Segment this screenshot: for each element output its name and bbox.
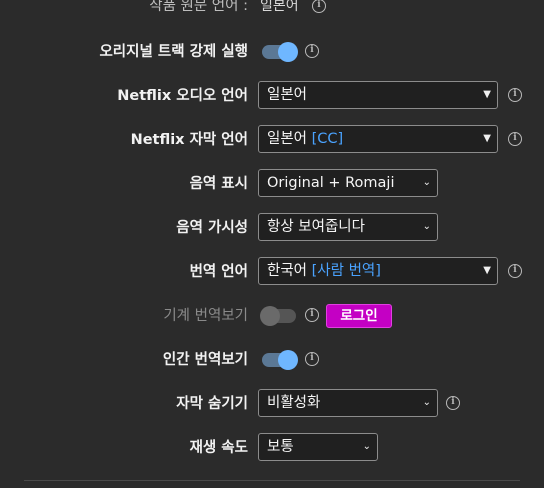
info-circle-icon[interactable]: i xyxy=(305,308,319,322)
original-language-label: 작품 원문 언어 : xyxy=(149,0,248,14)
caret-down-icon: ▼ xyxy=(483,133,491,144)
phonetic-visibility-row: 음역 가시성 항상 보여줍니다 ⌄ xyxy=(0,212,544,244)
translation-language-label: 번역 언어 xyxy=(189,264,248,280)
playback-speed-label: 재생 속도 xyxy=(189,440,248,456)
info-circle-icon[interactable]: i xyxy=(312,0,326,13)
toggle-knob xyxy=(278,42,298,62)
netflix-audio-select[interactable]: 일본어 ▼ xyxy=(258,81,498,109)
phonetic-display-row: 음역 표시 Original + Romaji ⌄ xyxy=(0,168,544,200)
caret-down-icon: ▼ xyxy=(483,265,491,276)
toggle-knob xyxy=(278,350,298,370)
machine-translation-label: 기계 번역보기 xyxy=(163,308,248,324)
chevron-down-icon: ⌄ xyxy=(422,397,431,408)
hide-subtitles-label: 자막 숨기기 xyxy=(176,396,248,412)
human-translation-toggle[interactable] xyxy=(262,350,298,370)
info-circle-icon[interactable]: i xyxy=(508,132,522,146)
netflix-subtitle-row: Netflix 자막 언어 일본어 [CC] ▼ i xyxy=(0,124,544,156)
phonetic-visibility-value: 항상 보여줍니다 xyxy=(267,219,365,235)
info-circle-icon[interactable]: i xyxy=(508,88,522,102)
chevron-down-icon: ⌄ xyxy=(422,177,431,188)
force-original-track-label: 오리지널 트랙 강제 실행 xyxy=(99,44,248,60)
hide-subtitles-row: 자막 숨기기 비활성화 ⌄ i xyxy=(0,388,544,420)
netflix-audio-value: 일본어 xyxy=(267,87,308,103)
phonetic-visibility-select[interactable]: 항상 보여줍니다 ⌄ xyxy=(258,213,438,241)
netflix-audio-row: Netflix 오디오 언어 일본어 ▼ i xyxy=(0,80,544,112)
original-language-row: 작품 원문 언어 : 일본어 i xyxy=(0,0,544,16)
netflix-audio-label: Netflix 오디오 언어 xyxy=(117,88,248,104)
subtitle-settings-panel: 작품 원문 언어 : 일본어 i 오리지널 트랙 강제 실행 i Netflix… xyxy=(0,0,544,488)
phonetic-display-value: Original + Romaji xyxy=(267,175,395,191)
info-circle-icon[interactable]: i xyxy=(508,264,522,278)
info-circle-icon[interactable]: i xyxy=(305,352,319,366)
netflix-subtitle-select[interactable]: 일본어 [CC] ▼ xyxy=(258,125,498,153)
playback-speed-select[interactable]: 보통 ⌄ xyxy=(258,433,378,461)
caret-down-icon: ▼ xyxy=(483,89,491,100)
playback-speed-row: 재생 속도 보통 ⌄ xyxy=(0,432,544,464)
chevron-down-icon: ⌄ xyxy=(422,221,431,232)
phonetic-display-label: 음역 표시 xyxy=(189,176,248,192)
translation-language-row: 번역 언어 한국어 [사람 번역] ▼ i xyxy=(0,256,544,288)
force-original-track-toggle[interactable] xyxy=(262,42,298,62)
machine-translation-row: 기계 번역보기 i 로그인 xyxy=(0,300,544,332)
machine-translation-toggle[interactable] xyxy=(260,306,296,326)
force-original-track-row: 오리지널 트랙 강제 실행 i xyxy=(0,36,544,68)
translation-language-tag: [사람 번역] xyxy=(311,263,381,279)
netflix-subtitle-value: 일본어 xyxy=(267,131,308,147)
login-button[interactable]: 로그인 xyxy=(326,304,392,328)
netflix-subtitle-cc: [CC] xyxy=(311,131,344,147)
netflix-subtitle-label: Netflix 자막 언어 xyxy=(130,132,248,148)
info-circle-icon[interactable]: i xyxy=(305,44,319,58)
divider xyxy=(24,480,520,481)
phonetic-display-select[interactable]: Original + Romaji ⌄ xyxy=(258,169,438,197)
playback-speed-value: 보통 xyxy=(267,439,294,455)
info-circle-icon[interactable]: i xyxy=(446,396,460,410)
original-language-value: 일본어 xyxy=(260,0,299,14)
human-translation-label: 인간 번역보기 xyxy=(162,352,248,368)
hide-subtitles-value: 비활성화 xyxy=(267,395,321,411)
phonetic-visibility-label: 음역 가시성 xyxy=(176,220,248,236)
hide-subtitles-select[interactable]: 비활성화 ⌄ xyxy=(258,389,438,417)
translation-language-select[interactable]: 한국어 [사람 번역] ▼ xyxy=(258,257,498,285)
chevron-down-icon: ⌄ xyxy=(362,441,371,452)
translation-language-value: 한국어 xyxy=(267,263,308,279)
toggle-knob xyxy=(260,306,280,326)
human-translation-row: 인간 번역보기 i xyxy=(0,344,544,376)
